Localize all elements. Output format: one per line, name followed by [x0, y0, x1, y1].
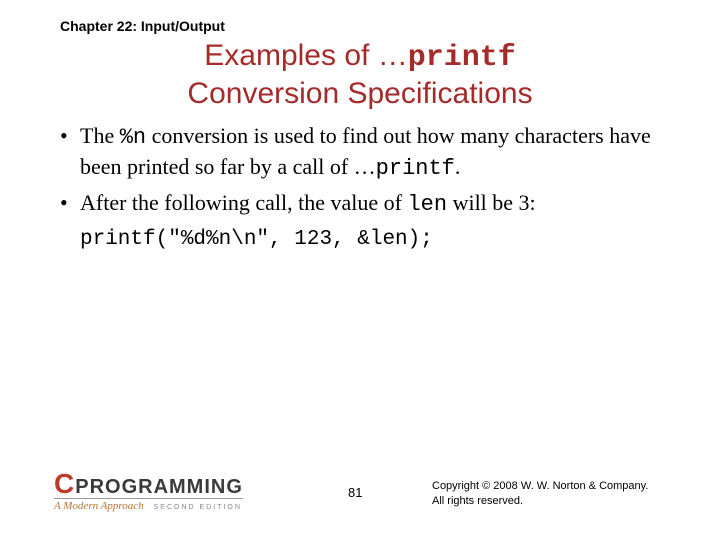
logo-edition: SECOND EDITION [154, 504, 242, 511]
bullet-item: The %n conversion is used to find out ho… [56, 122, 666, 183]
bullet-text: . [455, 154, 461, 179]
copyright: Copyright © 2008 W. W. Norton & Company.… [432, 479, 648, 508]
logo-c-letter: C [54, 470, 73, 498]
page-number: 81 [348, 485, 362, 500]
title-prefix: Examples of [204, 39, 377, 72]
title-dots: … [378, 39, 408, 72]
title-code: printf [408, 41, 516, 75]
content-area: The %n conversion is used to find out ho… [56, 122, 666, 253]
copyright-line: All rights reserved. [432, 494, 648, 508]
bullet-text: After the following call, the value of [80, 190, 407, 215]
bullet-text: The [80, 123, 120, 148]
inline-code: printf [376, 156, 455, 181]
copyright-line: Copyright © 2008 W. W. Norton & Company. [432, 479, 648, 493]
book-logo: CPROGRAMMING A Modern Approach SECOND EDI… [54, 470, 243, 512]
inline-code: len [407, 192, 447, 217]
chapter-label: Chapter 22: Input/Output [60, 18, 225, 34]
code-example: printf("%d%n\n", 123, &len); [56, 226, 666, 253]
logo-programming: PROGRAMMING [75, 477, 243, 497]
footer: CPROGRAMMING A Modern Approach SECOND EDI… [0, 462, 720, 512]
title-line2: Conversion Specifications [0, 76, 720, 112]
slide-title: Examples of …printf Conversion Specifica… [0, 38, 720, 112]
bullet-item: After the following call, the value of l… [56, 189, 666, 220]
bullet-dots: … [354, 154, 376, 179]
logo-subtitle: A Modern Approach [54, 500, 144, 512]
bullet-text: will be 3: [447, 190, 536, 215]
inline-code: %n [120, 125, 146, 150]
